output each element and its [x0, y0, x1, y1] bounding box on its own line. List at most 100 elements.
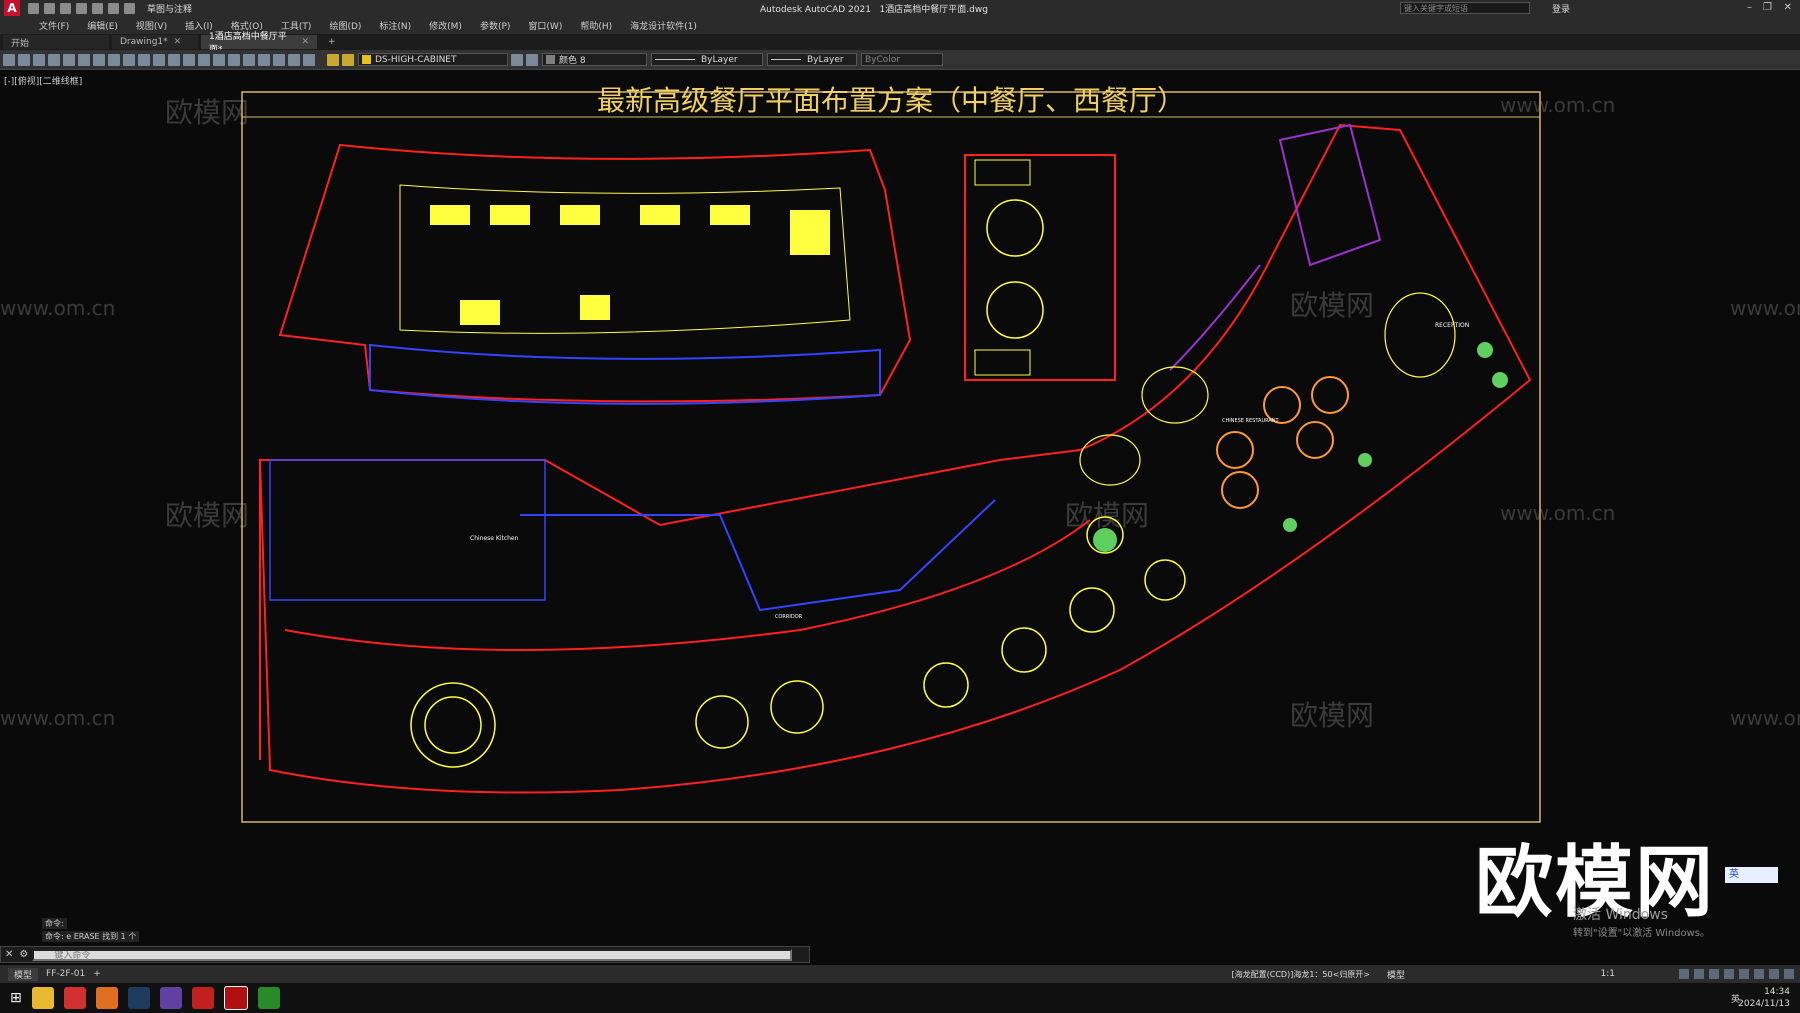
command-history-line: 命令: e ERASE 找到 1 个 [42, 931, 140, 942]
lineweight-dropdown[interactable]: ByLayer [767, 53, 857, 66]
tab-model[interactable]: 模型 [8, 967, 39, 981]
workspace-icon[interactable] [1769, 969, 1779, 979]
plot-icon[interactable] [92, 2, 103, 14]
osnap-icon[interactable] [1739, 969, 1749, 979]
menu-window[interactable]: 窗口(W) [528, 19, 562, 32]
save-icon[interactable] [33, 53, 45, 66]
file-name: 1酒店高档中餐厅平面.dwg [879, 4, 988, 15]
menu-parametric[interactable]: 参数(P) [480, 19, 510, 32]
open-file-icon[interactable] [44, 2, 55, 14]
app-icon[interactable] [159, 987, 182, 1009]
menu-edit[interactable]: 编辑(E) [87, 19, 118, 32]
print-icon[interactable] [48, 53, 60, 66]
annotation-scale[interactable]: 1:1 [1601, 969, 1615, 979]
new-tab-icon[interactable]: + [320, 35, 346, 49]
round-tables[interactable] [410, 516, 1186, 768]
menu-modify[interactable]: 修改(M) [429, 19, 462, 32]
grid-icon[interactable] [1679, 969, 1689, 979]
properties-icon[interactable] [243, 53, 255, 66]
system-clock[interactable]: 14:34 2024/11/13 [1738, 986, 1790, 1010]
sign-in-link[interactable]: 登录 [1552, 2, 1570, 15]
add-layout-icon[interactable]: + [93, 969, 101, 979]
restore-icon[interactable]: ❐ [1763, 2, 1772, 13]
calculator-icon[interactable] [303, 53, 315, 66]
save-icon[interactable] [60, 2, 71, 14]
private-rooms-block[interactable] [964, 154, 1116, 381]
ime-indicator[interactable]: 英 [1725, 867, 1778, 883]
polar-icon[interactable] [1724, 969, 1734, 979]
windows-start-icon[interactable]: ⊞ [10, 990, 22, 1006]
layer-properties-icon[interactable] [327, 53, 339, 66]
autocad-logo-icon[interactable]: A [4, 0, 20, 16]
autocad-taskbar-icon[interactable] [223, 986, 248, 1010]
kitchen-zone[interactable] [269, 459, 546, 601]
customize-icon[interactable]: ⚙ [19, 949, 28, 960]
tab-current-drawing[interactable]: 1酒店高档中餐厅平面*✕ [201, 32, 317, 55]
menu-help[interactable]: 帮助(H) [580, 19, 612, 32]
zoom-window-icon[interactable] [213, 53, 225, 66]
drawing-canvas[interactable]: [-][俯视][二维线框] 欧模网 www.om.cn www.om.cn 欧模… [0, 70, 1800, 950]
copy-icon[interactable] [93, 53, 105, 66]
menu-dimension[interactable]: 标注(N) [379, 19, 411, 32]
close-tab-icon[interactable]: ✕ [174, 37, 182, 47]
lineweight-icon[interactable] [1754, 969, 1764, 979]
pan-icon[interactable] [183, 53, 195, 66]
drawing-title[interactable]: 最新高级餐厅平面布置方案（中餐厅、西餐厅） [597, 84, 1185, 117]
firefox-icon[interactable] [95, 987, 118, 1009]
plotstyle-dropdown[interactable]: ByColor [861, 53, 943, 66]
model-space-toggle[interactable]: 模型 [1387, 968, 1405, 981]
close-command-icon[interactable]: ✕ [5, 949, 13, 960]
block-editor-icon[interactable] [138, 53, 150, 66]
customization-icon[interactable] [1784, 969, 1794, 979]
tab-layout[interactable]: FF-2F-01 [46, 969, 85, 979]
redo-icon[interactable] [124, 2, 135, 14]
make-current-icon[interactable] [511, 53, 523, 66]
workspace-selector[interactable]: 草图与注释 [144, 1, 264, 15]
redo-icon[interactable] [168, 53, 180, 66]
menu-file[interactable]: 文件(F) [39, 19, 69, 32]
paste-icon[interactable] [108, 53, 120, 66]
small-tables[interactable] [1079, 292, 1456, 486]
menu-draw[interactable]: 绘图(D) [329, 19, 361, 32]
preview-icon[interactable] [63, 53, 75, 66]
design-center-icon[interactable] [258, 53, 270, 66]
watermark-text: 欧模网 [1065, 499, 1149, 532]
help-search-input[interactable]: 键入关键字或短语 [1400, 2, 1530, 14]
minimize-icon[interactable]: – [1747, 2, 1752, 13]
open-icon[interactable] [18, 53, 30, 66]
zoom-previous-icon[interactable] [228, 53, 240, 66]
tab-start[interactable]: 开始 [3, 35, 109, 49]
layer-state-icon[interactable] [342, 53, 354, 66]
markup-icon[interactable] [288, 53, 300, 66]
tool-palettes-icon[interactable] [273, 53, 285, 66]
linetype-dropdown[interactable]: ByLayer [651, 53, 763, 66]
color-dropdown[interactable]: 颜色 8 [542, 53, 647, 66]
zoom-realtime-icon[interactable] [198, 53, 210, 66]
cut-icon[interactable] [78, 53, 90, 66]
file-explorer-icon[interactable] [31, 987, 54, 1009]
snap-icon[interactable] [1694, 969, 1704, 979]
viewport-controls-label[interactable]: [-][俯视][二维线框] [4, 75, 82, 87]
menu-hailong[interactable]: 海龙设计软件(1) [630, 19, 697, 32]
ortho-icon[interactable] [1709, 969, 1719, 979]
layer-previous-icon[interactable] [526, 53, 538, 66]
browser-icon[interactable] [63, 987, 86, 1009]
upper-dining-wing[interactable] [278, 143, 912, 405]
booth-tables[interactable] [1216, 376, 1349, 509]
chrome-icon[interactable] [257, 987, 280, 1009]
save-as-icon[interactable] [76, 2, 87, 14]
match-properties-icon[interactable] [123, 53, 135, 66]
wps-icon[interactable] [191, 987, 214, 1009]
photoshop-icon[interactable] [127, 987, 150, 1009]
tab-drawing1[interactable]: Drawing1* ✕ [112, 35, 198, 49]
command-input[interactable] [32, 948, 793, 961]
close-icon[interactable]: ✕ [1784, 2, 1792, 13]
lower-dining-wing[interactable] [258, 123, 1532, 794]
layer-dropdown[interactable]: DS-HIGH-CABINET [358, 53, 508, 66]
undo-icon[interactable] [153, 53, 165, 66]
close-tab-icon[interactable]: ✕ [301, 37, 309, 47]
undo-icon[interactable] [108, 2, 119, 14]
menu-view[interactable]: 视图(V) [136, 19, 167, 32]
new-icon[interactable] [3, 53, 15, 66]
new-file-icon[interactable] [28, 2, 39, 14]
